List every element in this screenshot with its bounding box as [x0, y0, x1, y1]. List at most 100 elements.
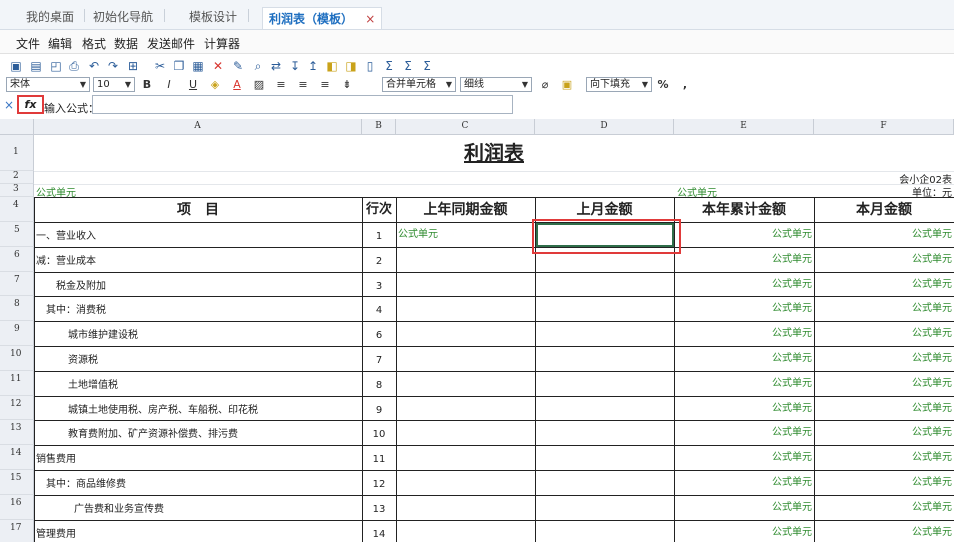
- prev-month-cell[interactable]: [535, 296, 674, 321]
- font-family-select[interactable]: 宋体 ▼: [6, 77, 90, 92]
- prev-month-cell[interactable]: [535, 371, 674, 396]
- font-size-select[interactable]: 10 ▼: [93, 77, 135, 92]
- cut-icon[interactable]: ✂: [152, 58, 168, 74]
- item-cell[interactable]: 城市维护建设税: [68, 321, 360, 346]
- insert-sheet-icon[interactable]: ▯: [362, 58, 378, 74]
- ytd-cell[interactable]: 公式单元: [674, 321, 812, 346]
- delete-icon[interactable]: ✕: [210, 58, 226, 74]
- tab-desktop[interactable]: 我的桌面: [26, 8, 74, 25]
- month-cell[interactable]: 公式单元: [814, 396, 952, 421]
- row-header[interactable]: 13: [0, 420, 34, 446]
- prev-year-cell[interactable]: [398, 420, 533, 445]
- row-header[interactable]: 5: [0, 222, 34, 247]
- italic-button[interactable]: I: [162, 77, 176, 92]
- ytd-cell[interactable]: 公式单元: [674, 396, 812, 421]
- form-code-cell[interactable]: 会小企02表: [816, 171, 952, 184]
- line-no-cell[interactable]: 4: [362, 296, 396, 321]
- row-header[interactable]: 15: [0, 470, 34, 495]
- column-header-f[interactable]: F: [814, 119, 954, 135]
- bold-button[interactable]: B: [140, 77, 154, 92]
- prev-year-cell[interactable]: [398, 495, 533, 520]
- row-header[interactable]: 11: [0, 370, 34, 396]
- month-cell[interactable]: 公式单元: [814, 346, 952, 371]
- month-cell[interactable]: 公式单元: [814, 470, 952, 495]
- item-cell[interactable]: 其中：消费税: [46, 296, 360, 321]
- month-cell[interactable]: 公式单元: [814, 445, 952, 470]
- align-right-icon[interactable]: ≡: [318, 77, 332, 92]
- line-no-cell[interactable]: 12: [362, 470, 396, 495]
- border-icon[interactable]: ▨: [252, 77, 266, 92]
- prev-month-cell[interactable]: [535, 346, 674, 371]
- prev-month-cell[interactable]: [535, 470, 674, 495]
- line-no-cell[interactable]: 3: [362, 272, 396, 297]
- fx-button[interactable]: fx: [17, 95, 44, 114]
- formula-input[interactable]: [92, 95, 513, 114]
- prev-year-cell[interactable]: [398, 346, 533, 371]
- month-cell[interactable]: 公式单元: [814, 520, 952, 542]
- paste-formats-icon[interactable]: ◨: [343, 58, 359, 74]
- item-cell[interactable]: 广告费和业务宣传费: [74, 495, 360, 520]
- clear-icon[interactable]: ⌀: [538, 77, 552, 92]
- item-cell[interactable]: 资源税: [68, 346, 360, 371]
- menu-format[interactable]: 格式: [82, 35, 106, 52]
- settings-icon[interactable]: ▣: [560, 77, 574, 92]
- prev-year-cell[interactable]: [398, 396, 533, 421]
- row-header[interactable]: 17: [0, 519, 34, 542]
- prev-month-cell[interactable]: [535, 321, 674, 346]
- month-cell[interactable]: 公式单元: [814, 296, 952, 321]
- fill-color-icon[interactable]: ◈: [208, 77, 222, 92]
- comma-button[interactable]: ,: [678, 77, 692, 92]
- print-icon[interactable]: ⎙: [66, 58, 82, 74]
- row-header[interactable]: 3: [0, 184, 34, 197]
- line-no-cell[interactable]: 14: [362, 520, 396, 542]
- line-no-cell[interactable]: 9: [362, 396, 396, 421]
- tab-income-statement[interactable]: 利润表（模板） ×: [262, 7, 383, 29]
- prev-month-cell[interactable]: [535, 420, 674, 445]
- month-cell[interactable]: 公式单元: [814, 247, 952, 272]
- menu-file[interactable]: 文件: [16, 35, 40, 52]
- line-no-cell[interactable]: 11: [362, 445, 396, 470]
- font-color-icon[interactable]: A: [230, 77, 244, 92]
- column-header-c[interactable]: C: [396, 119, 535, 135]
- save-icon[interactable]: ▣: [8, 58, 24, 74]
- undo-icon[interactable]: ↶: [86, 58, 102, 74]
- ytd-cell[interactable]: 公式单元: [674, 346, 812, 371]
- align-left-icon[interactable]: ≡: [274, 77, 288, 92]
- row-header[interactable]: 14: [0, 445, 34, 470]
- sheet-title[interactable]: 利润表: [34, 136, 954, 170]
- month-cell[interactable]: 公式单元: [814, 495, 952, 520]
- column-header-a[interactable]: A: [34, 119, 362, 135]
- tab-init-guide[interactable]: 初始化导航: [93, 8, 153, 25]
- line-no-cell[interactable]: 2: [362, 247, 396, 272]
- ytd-cell[interactable]: 公式单元: [674, 296, 812, 321]
- print-preview-icon[interactable]: ◰: [48, 58, 64, 74]
- line-no-cell[interactable]: 6: [362, 321, 396, 346]
- item-cell[interactable]: 土地增值税: [68, 371, 360, 396]
- sort-descending-icon[interactable]: ↥: [305, 58, 321, 74]
- save-as-icon[interactable]: ▤: [28, 58, 44, 74]
- menu-calculator[interactable]: 计算器: [204, 35, 240, 52]
- column-header-e[interactable]: E: [674, 119, 814, 135]
- item-cell[interactable]: 城镇土地使用税、房产税、车船税、印花税: [68, 396, 360, 421]
- replace-icon[interactable]: ⇄: [268, 58, 284, 74]
- ytd-cell[interactable]: 公式单元: [674, 445, 812, 470]
- row-header[interactable]: 8: [0, 296, 34, 322]
- line-no-cell[interactable]: 8: [362, 371, 396, 396]
- month-cell[interactable]: 公式单元: [814, 420, 952, 445]
- item-cell[interactable]: 销售费用: [36, 445, 360, 470]
- item-cell[interactable]: 其中：商品维修费: [46, 470, 360, 495]
- item-cell[interactable]: 一、营业收入: [36, 222, 360, 247]
- prev-year-cell[interactable]: [398, 445, 533, 470]
- prev-year-cell[interactable]: [398, 470, 533, 495]
- tab-template-design[interactable]: 模板设计: [189, 8, 237, 25]
- prev-month-cell[interactable]: [535, 272, 674, 297]
- month-cell[interactable]: 公式单元: [814, 321, 952, 346]
- unit-cell[interactable]: 单位：元: [816, 184, 952, 197]
- ytd-cell[interactable]: 公式单元: [674, 272, 812, 297]
- line-no-cell[interactable]: 13: [362, 495, 396, 520]
- prev-month-cell[interactable]: [535, 396, 674, 421]
- item-cell[interactable]: 税金及附加: [56, 272, 360, 297]
- row-header[interactable]: 6: [0, 246, 34, 272]
- formula-unit-cell[interactable]: 公式单元: [36, 184, 236, 197]
- row-header[interactable]: 2: [0, 171, 34, 184]
